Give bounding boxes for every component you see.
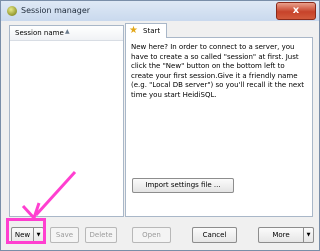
tab-start-label: Start	[143, 27, 161, 35]
tab-start[interactable]: ★ Start	[125, 23, 167, 38]
star-icon: ★	[129, 25, 138, 36]
